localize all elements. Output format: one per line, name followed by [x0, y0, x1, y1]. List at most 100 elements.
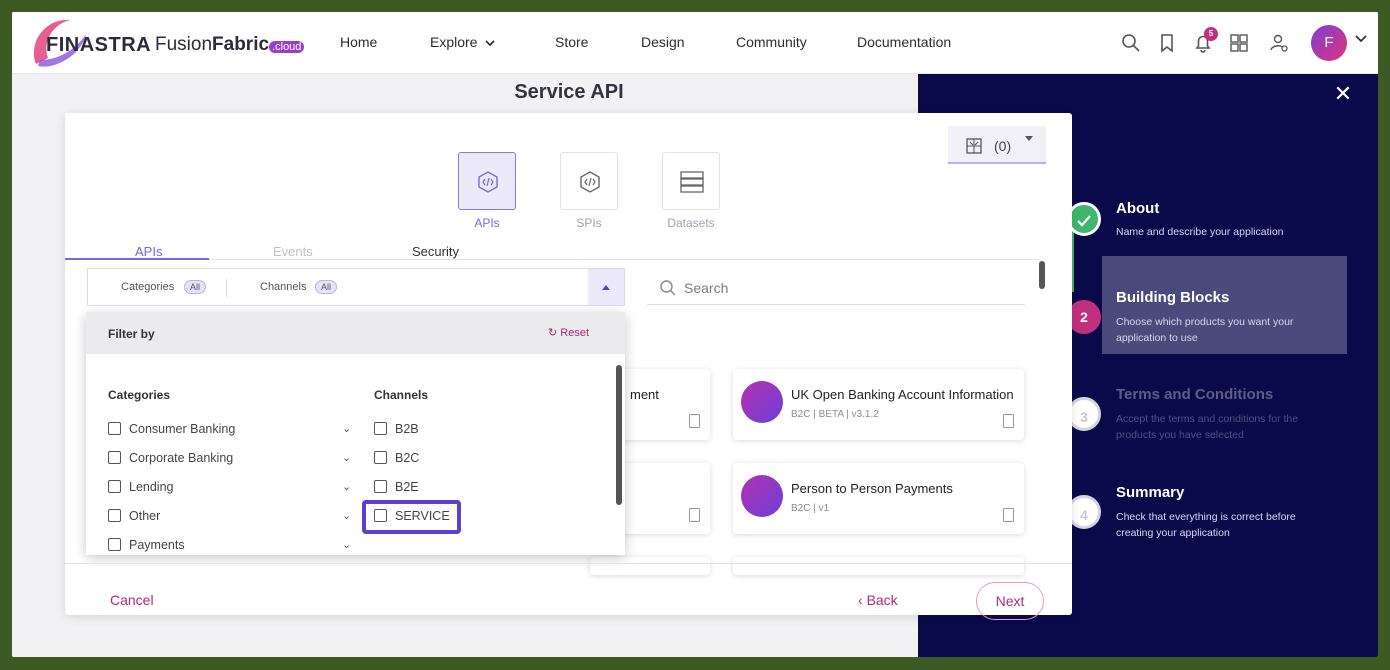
categories-heading: Categories — [108, 388, 171, 402]
chevron-down-icon[interactable]: ⌄ — [342, 422, 351, 435]
filter-channels-pill: All — [315, 280, 338, 294]
channel-label: B2E — [395, 480, 419, 494]
step-1-desc: Name and describe your application — [1116, 226, 1284, 238]
category-option[interactable]: Corporate Banking — [108, 451, 233, 465]
channel-option[interactable]: B2B — [374, 422, 419, 436]
category-option[interactable]: Payments — [108, 538, 185, 552]
nav-documentation[interactable]: Documentation — [857, 34, 951, 50]
document-icon[interactable] — [689, 414, 700, 428]
cancel-button[interactable]: Cancel — [110, 592, 154, 608]
filter-categories-label: Categories — [121, 281, 175, 293]
brand-name[interactable]: FINASTRA — [46, 34, 151, 57]
service-option-highlight — [362, 500, 461, 534]
spi-code-icon — [580, 171, 600, 193]
blocks-icon — [966, 138, 982, 154]
nav-home[interactable]: Home — [340, 34, 377, 50]
step-4-number: 4 — [1067, 495, 1101, 529]
avatar[interactable]: F — [1311, 25, 1347, 61]
filter-bar[interactable]: Categories All Channels All — [87, 268, 625, 306]
step-3-number: 3 — [1067, 397, 1101, 431]
checkbox[interactable] — [108, 422, 121, 435]
product-card[interactable] — [590, 557, 710, 575]
content-scrollbar[interactable] — [1039, 261, 1045, 289]
user-settings-icon[interactable] — [1268, 32, 1290, 54]
type-apis-tile[interactable] — [458, 152, 516, 210]
checkbox[interactable] — [108, 509, 121, 522]
document-icon[interactable] — [1003, 508, 1014, 522]
chevron-down-icon[interactable]: ⌄ — [342, 480, 351, 493]
category-option[interactable]: Consumer Banking — [108, 422, 235, 436]
product-suffix: .cloud — [269, 41, 305, 53]
product-card[interactable]: UK Open Banking Account Information B2C … — [733, 369, 1024, 440]
tabs-divider — [65, 259, 1039, 260]
chevron-down-icon[interactable]: ⌄ — [342, 451, 351, 464]
chevron-down-icon — [485, 40, 496, 47]
checkbox[interactable] — [108, 451, 121, 464]
step-3-title: Terms and Conditions — [1116, 386, 1274, 403]
search-icon[interactable] — [1120, 32, 1142, 54]
channel-label: B2C — [395, 451, 420, 465]
type-spis-tile[interactable] — [560, 152, 618, 210]
reset-button[interactable]: ↻ Reset — [548, 326, 589, 339]
caret-up-icon — [602, 285, 610, 290]
bookmark-icon[interactable] — [1156, 32, 1178, 54]
channels-heading: Channels — [374, 388, 429, 402]
selected-products-dropdown[interactable]: (0) — [948, 126, 1046, 164]
close-icon[interactable]: ✕ — [1333, 83, 1353, 105]
step-2-title: Building Blocks — [1116, 289, 1230, 306]
selected-count: (0) — [994, 138, 1012, 154]
card-title: UK Open Banking Account Information — [791, 387, 1014, 402]
checkbox[interactable] — [374, 422, 387, 435]
filter-separator — [226, 279, 227, 297]
tab-security[interactable]: Security — [412, 244, 459, 259]
chevron-left-icon: ‹ — [858, 592, 867, 608]
filter-categories-pill: All — [184, 280, 207, 294]
apps-grid-icon[interactable] — [1228, 32, 1250, 54]
refresh-icon: ↻ — [548, 327, 561, 339]
filter-dropdown: Filter by ↻ Reset Categories Channels Co… — [86, 312, 625, 555]
next-button[interactable]: Next — [976, 582, 1044, 620]
tab-apis[interactable]: APIs — [135, 244, 162, 259]
chevron-down-icon[interactable]: ⌄ — [342, 509, 351, 522]
nav-explore[interactable]: Explore — [430, 34, 496, 50]
product-card[interactable]: Person to Person Payments B2C | v1 — [733, 463, 1024, 534]
search-input[interactable]: Search — [647, 271, 1025, 305]
nav-design[interactable]: Design — [641, 34, 685, 50]
dropdown-scrollbar[interactable] — [616, 365, 622, 505]
fusionfabric-logo[interactable]: FusionFabric .cloud — [155, 34, 305, 56]
page-title: Service API — [514, 81, 624, 103]
filter-toggle-button[interactable] — [588, 269, 624, 305]
channel-option[interactable]: B2E — [374, 480, 419, 494]
category-option[interactable]: Other — [108, 509, 160, 523]
filter-by-title: Filter by — [108, 327, 155, 341]
chevron-down-icon[interactable] — [1355, 34, 1367, 44]
chevron-down-icon[interactable]: ⌄ — [342, 538, 351, 551]
card-title: ment — [630, 387, 659, 402]
checkbox[interactable] — [374, 480, 387, 493]
filter-dropdown-header: Filter by ↻ Reset — [86, 312, 625, 354]
document-icon[interactable] — [1003, 414, 1014, 428]
tab-events[interactable]: Events — [273, 244, 313, 259]
document-icon[interactable] — [689, 508, 700, 522]
nav-community[interactable]: Community — [736, 34, 807, 50]
channel-label: B2B — [395, 422, 419, 436]
dataset-stack-icon — [680, 171, 704, 193]
category-label: Lending — [129, 480, 174, 494]
reset-label: Reset — [560, 327, 590, 339]
product-card[interactable] — [733, 557, 1024, 575]
checkbox[interactable] — [374, 451, 387, 464]
type-datasets-tile[interactable] — [662, 152, 720, 210]
checkbox[interactable] — [108, 480, 121, 493]
search-placeholder: Search — [684, 280, 729, 296]
back-button[interactable]: ‹ Back — [858, 592, 898, 608]
channel-option[interactable]: B2C — [374, 451, 419, 465]
active-tab-indicator — [65, 258, 209, 260]
step-2-desc: Choose which products you want your appl… — [1116, 316, 1294, 344]
modal-footer-divider — [65, 563, 1072, 564]
step-1-check-icon — [1067, 202, 1101, 236]
category-option[interactable]: Lending — [108, 480, 174, 494]
category-label: Other — [129, 509, 161, 523]
checkbox[interactable] — [108, 538, 121, 551]
nav-store[interactable]: Store — [555, 34, 588, 50]
top-navigation-bar: FINASTRA FusionFabric .cloud Home Explore… — [12, 12, 1378, 74]
